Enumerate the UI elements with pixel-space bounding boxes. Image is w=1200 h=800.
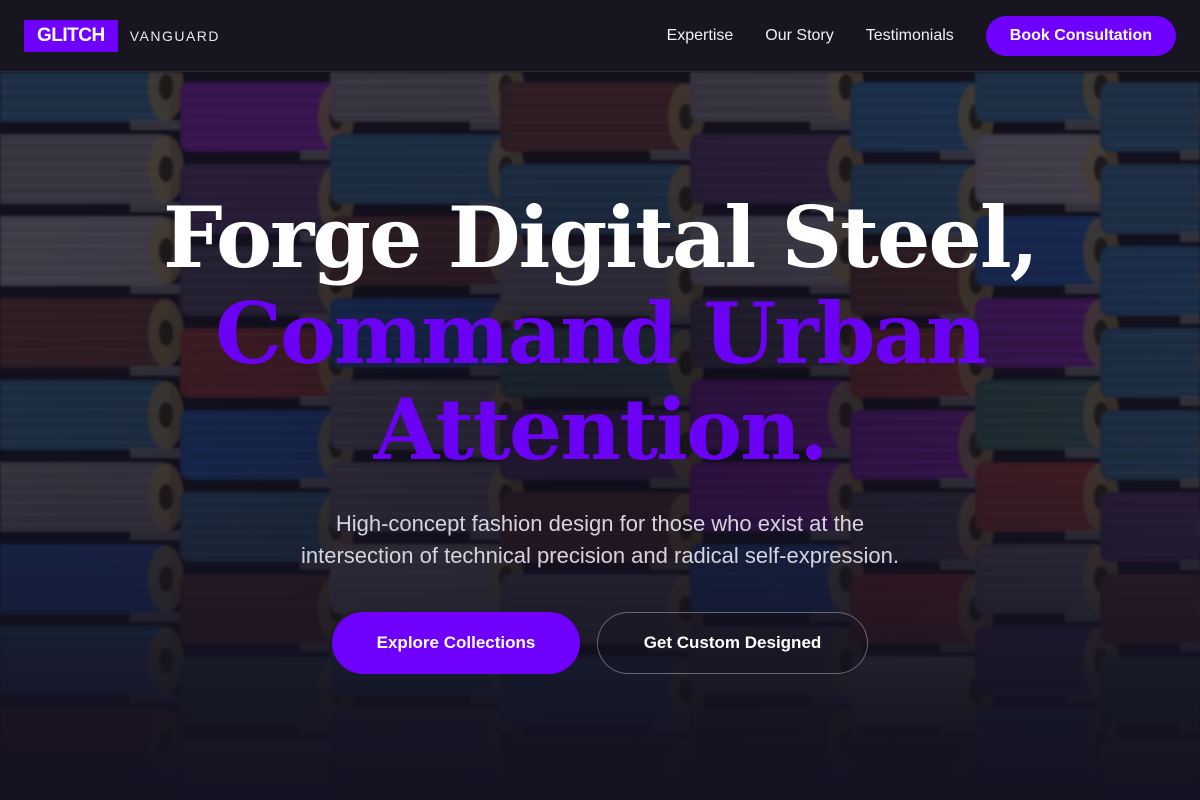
main-nav: Expertise Our Story Testimonials	[667, 27, 954, 45]
explore-collections-button[interactable]: Explore Collections	[332, 612, 580, 674]
hero-headline: Forge Digital Steel, Command Urban Atten…	[0, 190, 1200, 478]
hero-actions: Explore Collections Get Custom Designed	[0, 612, 1200, 674]
headline-line-1: Forge Digital Steel,	[162, 188, 1039, 287]
book-consultation-button[interactable]: Book Consultation	[985, 15, 1176, 56]
nav-link-expertise[interactable]: Expertise	[667, 27, 734, 45]
hero-section: Forge Digital Steel, Command Urban Atten…	[0, 72, 1200, 800]
logo-mark[interactable]: GLITCH	[24, 19, 118, 52]
get-custom-designed-button[interactable]: Get Custom Designed	[597, 612, 868, 674]
hero-subtitle: High-concept fashion design for those wh…	[301, 511, 899, 568]
site-header: GLITCH VANGUARD Expertise Our Story Test…	[0, 0, 1200, 72]
headline-line-2: Command Urban Attention.	[215, 284, 987, 479]
nav-link-testimonials[interactable]: Testimonials	[866, 27, 954, 45]
nav-link-our-story[interactable]: Our Story	[765, 27, 833, 45]
logo-wordmark[interactable]: VANGUARD	[130, 28, 220, 44]
